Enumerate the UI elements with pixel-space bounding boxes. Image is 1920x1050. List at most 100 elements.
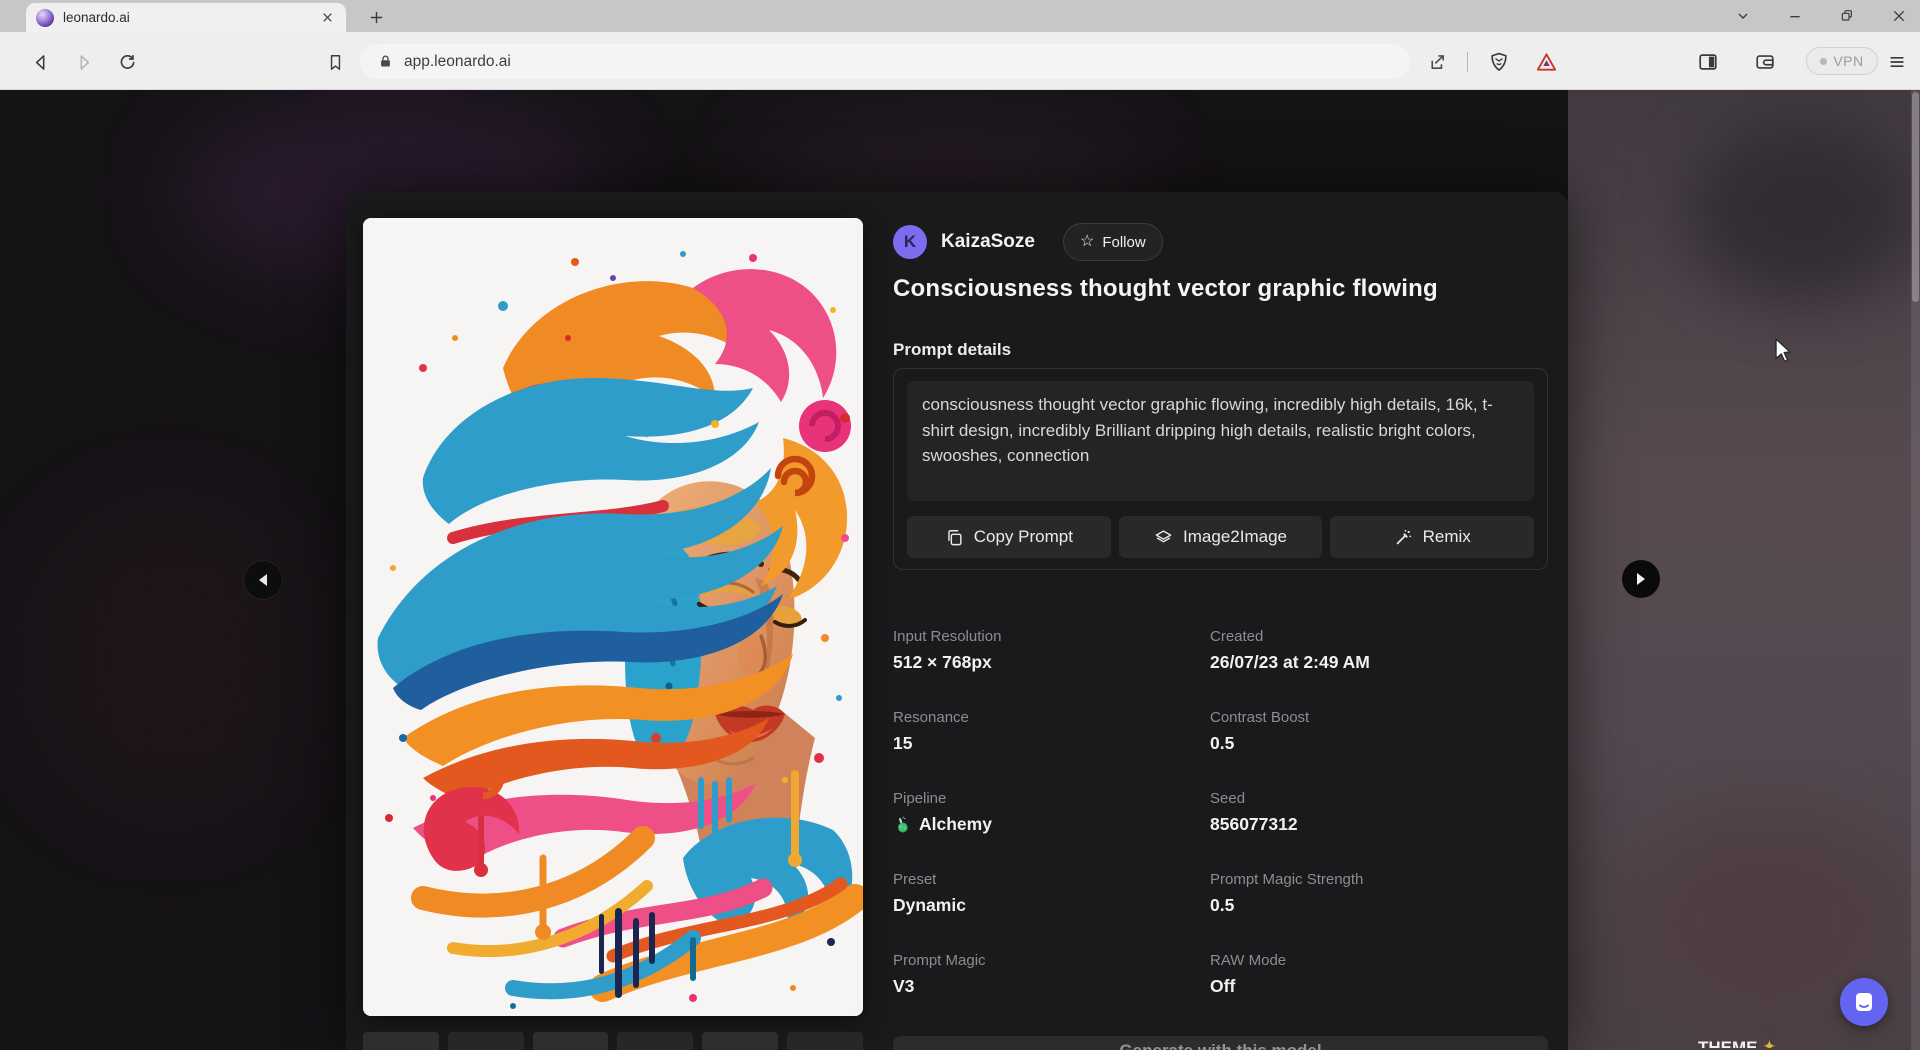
image2image-label: Image2Image [1183,527,1287,547]
related-thumbnails-strip [363,1032,863,1050]
watermark: THEME ✦ [1698,1038,1775,1048]
copy-prompt-label: Copy Prompt [974,527,1073,547]
meta-value: 0.5 [1210,895,1234,916]
prompt-text: consciousness thought vector graphic flo… [907,381,1534,501]
follow-button[interactable]: ☆ Follow [1063,223,1163,261]
vpn-button[interactable]: VPN [1806,47,1878,75]
thumbnail[interactable] [787,1032,863,1050]
meta-label: Preset [893,871,1210,888]
tab-search-chevron-icon[interactable] [1732,5,1754,27]
url-text: app.leonardo.ai [404,53,511,71]
avatar[interactable]: K [893,225,927,259]
generation-title: Consciousness thought vector graphic flo… [893,275,1438,303]
thumbnail[interactable] [363,1032,439,1050]
artwork-illustration [363,218,863,1016]
thumbnail[interactable] [702,1032,778,1050]
previous-image-button[interactable] [244,561,282,599]
sidebar-toggle-icon[interactable] [1695,49,1721,75]
meta-created: Created 26/07/23 at 2:49 AM [1210,628,1548,673]
watermark-spark-icon: ✦ [1764,1038,1776,1048]
generate-with-model-label: Generate with this model [1119,1041,1321,1050]
remix-button[interactable]: Remix [1330,516,1534,558]
prompt-actions: Copy Prompt Image2Image Remix [907,516,1534,558]
creator-username[interactable]: KaizaSoze [941,231,1035,253]
thumbnail[interactable] [448,1032,524,1050]
metadata-grid: Input Resolution 512 × 768px Created 26/… [893,628,1548,997]
bookmarks-icon[interactable] [322,49,348,75]
browser-tabstrip: leonardo.ai [0,0,1920,32]
generated-image [363,218,863,1016]
browser-tab[interactable]: leonardo.ai [26,3,346,32]
creator-header: K KaizaSoze ☆ Follow [893,222,1163,262]
tab-title: leonardo.ai [63,10,309,25]
scrollbar-thumb[interactable] [1912,92,1919,302]
next-image-button[interactable] [1622,560,1660,598]
wand-icon [1394,528,1413,547]
browser-toolbar: app.leonardo.ai VPN [0,32,1920,90]
prompt-details-heading: Prompt details [893,340,1011,360]
chevron-left-icon [257,573,269,587]
wallet-icon[interactable] [1752,49,1778,75]
meta-raw-mode: RAW Mode Off [1210,952,1548,997]
meta-value: 15 [893,733,912,754]
backdrop-blob [40,510,300,810]
screen: leonardo.ai [0,0,1920,1050]
support-chat-button[interactable] [1840,978,1888,1026]
flask-icon [891,813,914,836]
toolbar-separator [1467,52,1468,72]
meta-input-resolution: Input Resolution 512 × 768px [893,628,1210,673]
meta-prompt-magic: Prompt Magic V3 [893,952,1210,997]
meta-seed: Seed 856077312 [1210,790,1548,835]
brave-rewards-triangle-icon[interactable] [1533,49,1559,75]
share-button[interactable] [1424,49,1450,75]
meta-value: Off [1210,976,1235,997]
meta-contrast-boost: Contrast Boost 0.5 [1210,709,1548,754]
minimize-button[interactable] [1784,5,1806,27]
backdrop-blob [1688,120,1918,300]
restore-button[interactable] [1836,5,1858,27]
url-bar[interactable]: app.leonardo.ai [360,44,1410,79]
layers-icon [1154,528,1173,547]
forward-button[interactable] [70,49,96,75]
backdrop-right-zone [1568,90,1920,1050]
meta-label: Contrast Boost [1210,709,1548,726]
mouse-cursor [1775,338,1797,369]
meta-value: Dynamic [893,895,966,916]
follow-label: Follow [1102,234,1145,251]
image2image-button[interactable]: Image2Image [1119,516,1323,558]
remix-label: Remix [1423,527,1471,547]
chevron-right-icon [1635,572,1647,586]
meta-preset: Preset Dynamic [893,871,1210,916]
meta-label: Prompt Magic Strength [1210,871,1548,888]
meta-label: Prompt Magic [893,952,1210,969]
meta-label: Created [1210,628,1548,645]
menu-hamburger-icon[interactable] [1884,49,1910,75]
image-detail-modal: K KaizaSoze ☆ Follow Consciousness thoug… [346,192,1568,1050]
copy-prompt-button[interactable]: Copy Prompt [907,516,1111,558]
leonardo-favicon [36,9,54,27]
star-icon: ☆ [1080,234,1094,250]
close-window-button[interactable] [1888,5,1910,27]
meta-label: Seed [1210,790,1548,807]
meta-resonance: Resonance 15 [893,709,1210,754]
vpn-status-dot [1820,58,1827,65]
page-scrollbar[interactable] [1911,90,1920,1050]
meta-value: 0.5 [1210,733,1234,754]
meta-value: 26/07/23 at 2:49 AM [1210,652,1370,673]
prompt-container: consciousness thought vector graphic flo… [893,368,1548,570]
chat-bubble-icon [1852,990,1876,1014]
window-controls [1732,0,1910,32]
thumbnail[interactable] [533,1032,609,1050]
new-tab-button[interactable] [366,7,386,27]
generate-with-model-button[interactable]: Generate with this model [893,1036,1548,1050]
copy-icon [945,528,964,547]
reload-button[interactable] [114,49,140,75]
tab-close-icon[interactable] [318,9,336,27]
meta-pipeline: Pipeline Alchemy [893,790,1210,835]
thumbnail[interactable] [617,1032,693,1050]
back-button[interactable] [28,49,54,75]
brave-shield-icon[interactable] [1486,49,1512,75]
meta-label: RAW Mode [1210,952,1548,969]
meta-value: 856077312 [1210,814,1298,835]
page-backdrop: K KaizaSoze ☆ Follow Consciousness thoug… [0,90,1920,1050]
